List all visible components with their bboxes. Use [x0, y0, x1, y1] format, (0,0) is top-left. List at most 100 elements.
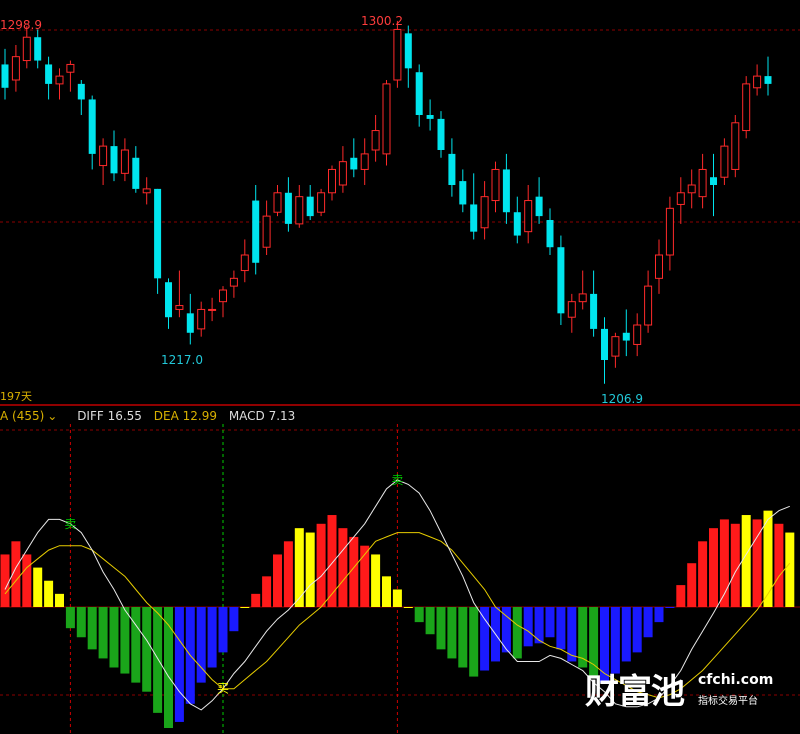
candle-body — [698, 168, 707, 198]
macd-bar — [458, 607, 468, 668]
candle — [120, 138, 129, 182]
candle — [208, 297, 217, 322]
candle-body — [567, 301, 576, 318]
candle — [480, 181, 489, 240]
chevron-down-icon[interactable]: ⌄ — [47, 409, 57, 423]
macd-bar — [240, 607, 250, 608]
candle-body — [459, 181, 467, 205]
candle-body — [393, 28, 402, 81]
candle-body — [284, 192, 292, 224]
candle-body — [55, 75, 64, 85]
candle — [371, 115, 380, 162]
candle-body — [295, 196, 304, 225]
signal-vlines — [69, 424, 398, 734]
sell-marker: 卖 — [391, 473, 403, 487]
macd-bar — [774, 523, 784, 607]
candle-body — [382, 83, 391, 155]
candle — [262, 200, 271, 255]
macd-bar — [131, 607, 141, 683]
macd-bar — [251, 593, 261, 607]
macd-bar — [262, 576, 272, 607]
candle-body — [404, 33, 412, 69]
candle — [165, 278, 172, 329]
candle — [66, 60, 75, 92]
macd-bar — [665, 607, 675, 608]
candle — [306, 185, 314, 220]
candle-body — [99, 145, 108, 167]
sell-marker: 卖 — [64, 517, 76, 531]
macd-bar — [120, 607, 130, 674]
candle — [240, 239, 249, 283]
candle — [731, 115, 740, 178]
candle-body — [306, 196, 314, 217]
candle-body — [110, 146, 118, 174]
candle-body — [491, 168, 500, 202]
macd-bar — [44, 580, 54, 607]
candle-body — [371, 130, 380, 151]
macd-value: MACD 7.13 — [228, 409, 296, 423]
dea-value: DEA 12.99 — [153, 409, 217, 423]
candle — [557, 235, 565, 325]
candle — [11, 45, 20, 92]
candle-body — [426, 115, 434, 119]
candle — [404, 25, 412, 88]
macd-bar — [33, 567, 43, 607]
candle-body — [524, 200, 533, 233]
candle — [142, 177, 151, 205]
candle-body — [240, 254, 249, 272]
macd-bar — [698, 541, 708, 607]
candle-body — [655, 254, 663, 279]
candle — [698, 153, 707, 209]
indicator-info-bar: A (455) ⌄ DIFF 16.55 DEA 12.99 MACD 7.13 — [0, 408, 303, 424]
candle-body — [11, 56, 20, 81]
candle-body — [229, 277, 238, 287]
candle — [426, 99, 434, 131]
candle-body — [338, 161, 347, 186]
macd-bar — [621, 607, 631, 662]
candle-body — [622, 332, 630, 341]
candle — [350, 138, 358, 178]
macd-bar — [218, 607, 228, 653]
macd-bar — [142, 607, 152, 692]
candle-body — [77, 83, 85, 100]
candle — [88, 95, 96, 170]
macd-bar — [414, 607, 424, 623]
candle — [676, 177, 685, 224]
candle — [720, 138, 729, 185]
macd-bar — [654, 607, 664, 623]
candle-body — [611, 336, 620, 357]
candle-body — [665, 207, 674, 256]
candle-body — [470, 204, 478, 232]
candle-body — [175, 305, 184, 310]
macd-bar — [436, 607, 446, 650]
macd-bar — [382, 576, 391, 607]
macd-bar — [316, 523, 326, 607]
macd-bar — [22, 554, 32, 607]
macd-bar — [643, 607, 653, 638]
candle — [753, 64, 762, 96]
candle — [99, 138, 108, 185]
candle-body — [120, 149, 129, 174]
candle — [284, 177, 292, 232]
candle-body — [262, 215, 271, 248]
candle — [644, 270, 653, 333]
candle-body — [34, 37, 42, 61]
macd-bar — [556, 607, 566, 650]
macd-bar — [392, 589, 402, 607]
macd-bar — [153, 607, 163, 713]
indicator-name[interactable]: A (455) ⌄ — [0, 409, 69, 423]
candle — [470, 173, 478, 240]
candle-body — [208, 308, 217, 311]
candle — [590, 270, 598, 337]
candle — [273, 185, 282, 217]
candle-body — [350, 157, 358, 170]
candle — [219, 286, 227, 318]
macd-bar — [512, 607, 522, 659]
macd-bar — [109, 607, 119, 668]
low1-label: 1217.0 — [161, 353, 203, 367]
candle — [132, 146, 140, 193]
chart-canvas: 卖买 卖 1298.9 1300.2 1217.0 1206.9 197天 — [0, 14, 800, 734]
macd-bar — [545, 607, 555, 638]
candle-body — [88, 99, 96, 154]
macd-bar — [87, 607, 97, 650]
